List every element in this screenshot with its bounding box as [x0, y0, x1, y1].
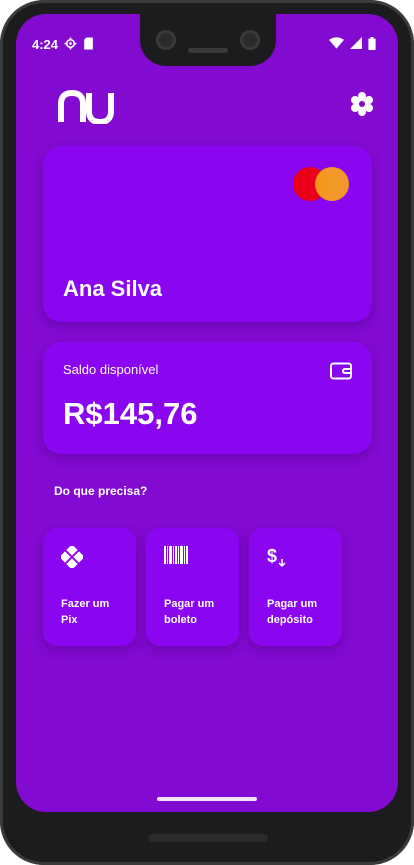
- action-boleto-button[interactable]: Pagar um boleto: [146, 528, 239, 646]
- earpiece-speaker: [188, 48, 228, 53]
- status-icons-left: [64, 37, 94, 50]
- action-pix-label: Fazer um Pix: [61, 598, 110, 626]
- nubank-logo: [58, 89, 116, 129]
- balance-label: Saldo disponível: [63, 362, 159, 377]
- front-camera-right: [240, 30, 260, 50]
- phone-frame: 4:24 Ana Silva Saldo disponível R$145,76…: [0, 0, 414, 865]
- balance-value: R$145,76: [63, 396, 198, 431]
- nu-logo-icon: [58, 89, 114, 126]
- battery-icon: [368, 37, 376, 50]
- status-icons-right: [329, 37, 376, 50]
- sd-card-icon: [84, 37, 93, 50]
- deposit-icon: $: [267, 546, 286, 568]
- svg-text:$: $: [267, 546, 277, 566]
- status-time: 4:24: [32, 37, 59, 52]
- pix-icon: [61, 546, 83, 568]
- gear-icon: [351, 92, 373, 116]
- actions-section-title: Do que precisa?: [54, 484, 148, 498]
- action-pix-button[interactable]: Fazer um Pix: [43, 528, 136, 646]
- app-screen: 4:24 Ana Silva Saldo disponível R$145,76…: [16, 14, 398, 812]
- settings-button[interactable]: [350, 92, 374, 121]
- wifi-icon: [329, 37, 344, 49]
- action-boleto-label: Pagar um boleto: [164, 598, 215, 626]
- mastercard-logo-icon: [293, 167, 349, 201]
- action-deposit-button[interactable]: $ Pagar um depósito: [249, 528, 342, 646]
- balance-card[interactable]: Saldo disponível R$145,76: [43, 342, 372, 454]
- home-indicator[interactable]: [157, 797, 257, 801]
- signal-icon: [350, 37, 362, 49]
- settings-gear-icon: [64, 37, 77, 50]
- barcode-icon: [164, 546, 188, 564]
- action-deposit-label: Pagar um depósito: [267, 598, 318, 626]
- wallet-icon: [330, 362, 352, 380]
- front-camera-left: [156, 30, 176, 50]
- bottom-speaker: [148, 834, 268, 842]
- credit-card[interactable]: Ana Silva: [43, 146, 372, 322]
- camera-notch: [140, 14, 276, 66]
- card-holder-name: Ana Silva: [63, 276, 163, 301]
